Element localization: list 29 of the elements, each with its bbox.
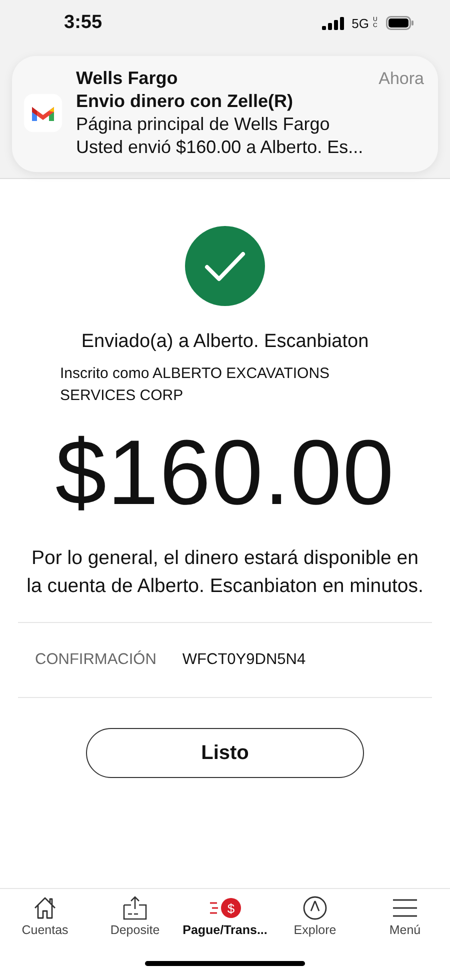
- tab-button[interactable]: Menú: [360, 895, 450, 950]
- home-icon: [32, 895, 58, 921]
- dollar-coin-icon: $: [221, 898, 241, 918]
- recipient-text: Enviado(a) a Alberto. Escanbiaton: [81, 331, 369, 353]
- done-button[interactable]: Listo: [86, 728, 364, 778]
- success-check-icon: [184, 225, 266, 307]
- tab-button[interactable]: $ Pague/Trans...: [180, 895, 270, 950]
- mail-app-icon: [24, 94, 62, 132]
- signal-icon: [322, 16, 344, 30]
- notification-app: Wells Fargo: [76, 68, 178, 89]
- tab-button[interactable]: Cuentas: [0, 895, 90, 950]
- notification-subtitle: Página principal de Wells Fargo: [76, 114, 331, 135]
- confirmation-label: CONFIRMACIÓN: [35, 651, 156, 670]
- notification-card[interactable]: Wells Fargo Ahora Envio dinero con Zelle(R) Página principal de Wells Fargo Usted envió $160.00 a Alberto. Es...: [12, 56, 438, 172]
- network-label: 5G: [352, 16, 369, 30]
- enrolled-name-text: Inscrito como ALBERTO EXCAVATIONS SERVICES CORP: [60, 364, 331, 406]
- compass-icon: [302, 895, 328, 921]
- notification-body: Usted envió $160.00 a Alberto. Es...: [76, 137, 364, 158]
- clock: 3:55: [64, 12, 102, 34]
- battery-icon: [386, 16, 414, 30]
- speed-lines-icon: [209, 902, 218, 914]
- notification-title: Envio dinero con Zelle(R): [76, 91, 294, 112]
- tab-button[interactable]: Deposite: [90, 895, 180, 950]
- upload-tray-icon: [121, 895, 149, 921]
- confirmation-number: WFCT0Y9DN5N4: [182, 651, 306, 670]
- tab-button[interactable]: Explore: [270, 895, 360, 950]
- notification-time: Ahora: [378, 69, 424, 89]
- availability-message: Por lo general, el dinero estará disponible en la cuenta de Alberto. Escanbiaton en minutos.: [26, 546, 424, 599]
- amount-text: $160.00: [55, 420, 395, 526]
